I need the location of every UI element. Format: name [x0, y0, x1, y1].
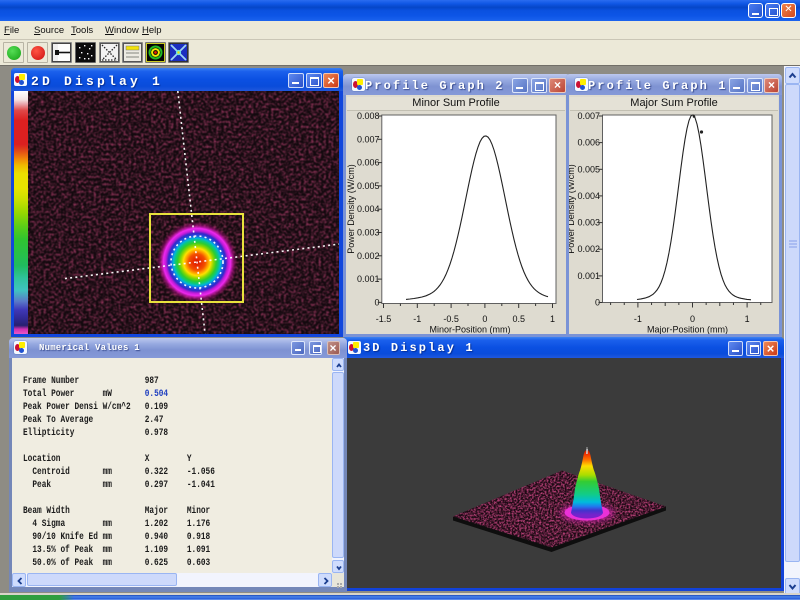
- svg-text:0.008: 0.008: [357, 111, 380, 121]
- svg-text:0.004: 0.004: [357, 204, 380, 214]
- svg-text:0.006: 0.006: [577, 138, 600, 148]
- svg-text:0: 0: [482, 314, 487, 324]
- svg-text:Major-Position (mm): Major-Position (mm): [647, 325, 728, 335]
- svg-text:0.5: 0.5: [512, 314, 525, 324]
- svg-text:0: 0: [690, 314, 695, 324]
- svg-text:Power Density (W/cm): Power Density (W/cm): [346, 164, 356, 254]
- svg-text:0.007: 0.007: [577, 111, 600, 121]
- svg-text:0.002: 0.002: [577, 244, 600, 254]
- svg-text:0.005: 0.005: [357, 181, 380, 191]
- svg-text:0.005: 0.005: [577, 164, 600, 174]
- svg-text:0.006: 0.006: [357, 158, 380, 168]
- svg-text:-0.5: -0.5: [443, 314, 459, 324]
- svg-text:0.002: 0.002: [357, 251, 380, 261]
- svg-text:0.004: 0.004: [577, 191, 600, 201]
- svg-text:0.003: 0.003: [577, 218, 600, 228]
- svg-text:1: 1: [745, 314, 750, 324]
- svg-text:1: 1: [550, 314, 555, 324]
- svg-text:0.003: 0.003: [357, 228, 380, 238]
- svg-text:0.001: 0.001: [357, 274, 380, 284]
- svg-text:0.001: 0.001: [577, 271, 600, 281]
- svg-text:-1: -1: [413, 314, 421, 324]
- svg-text:0.007: 0.007: [357, 134, 380, 144]
- svg-text:Minor-Position (mm): Minor-Position (mm): [429, 325, 510, 335]
- svg-text:-1.5: -1.5: [376, 314, 392, 324]
- svg-text:Power Density (W/cm): Power Density (W/cm): [569, 164, 576, 254]
- svg-text:-1: -1: [634, 314, 642, 324]
